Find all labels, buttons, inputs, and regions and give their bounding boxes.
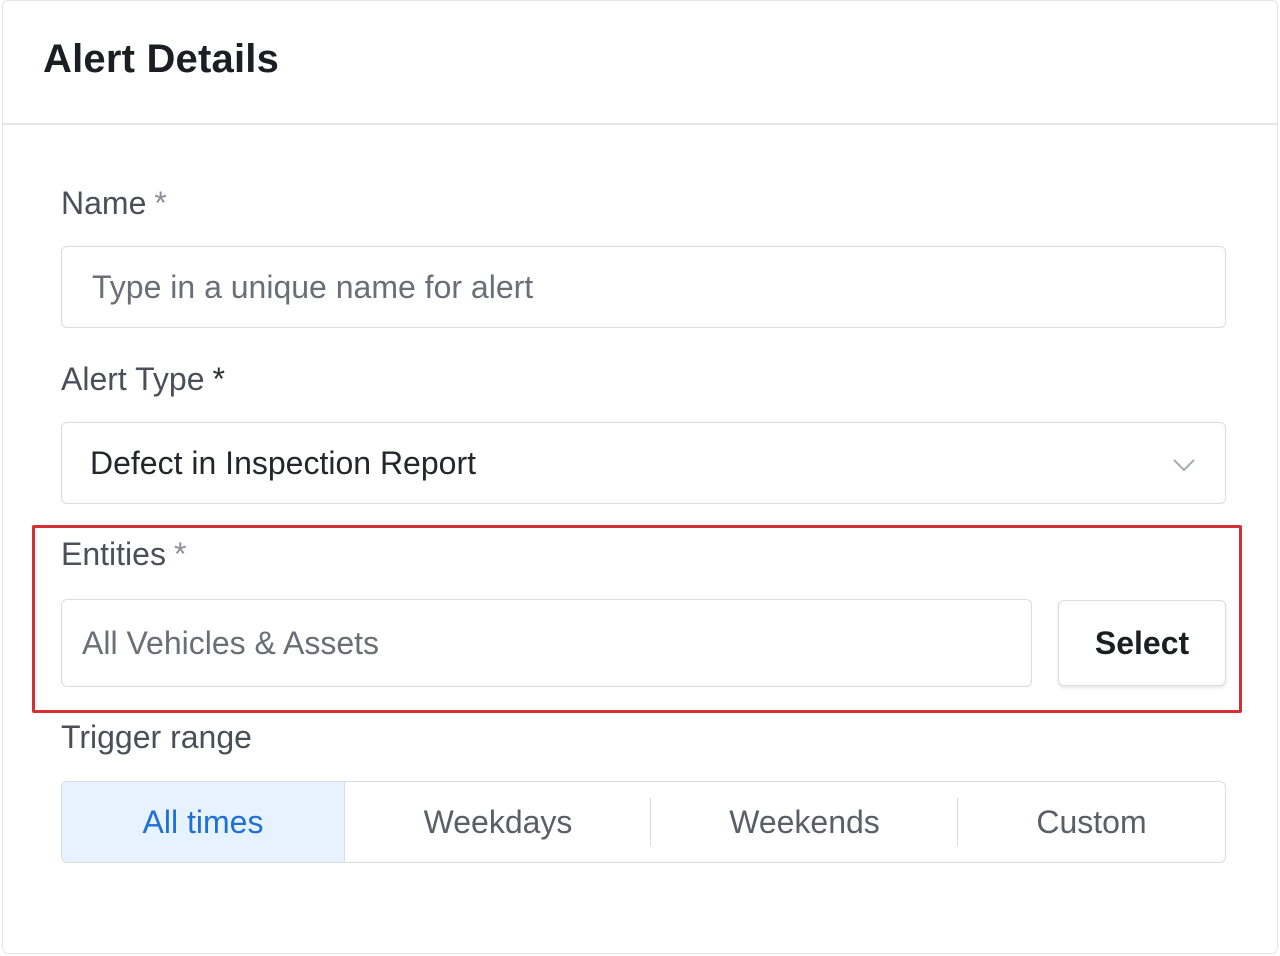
alert-type-select[interactable]: Defect in Inspection Report (61, 422, 1226, 504)
trigger-range-option-custom[interactable]: Custom (958, 782, 1225, 862)
select-entities-button[interactable]: Select (1058, 600, 1226, 686)
name-label-group: Name * (61, 185, 167, 222)
trigger-range-option-weekdays[interactable]: Weekdays (345, 782, 651, 862)
name-input-placeholder: Type in a unique name for alert (92, 268, 534, 305)
alert-type-label-group: Alert Type * (61, 361, 225, 398)
alert-type-required-mark: * (212, 361, 225, 397)
entities-label: Entities (61, 536, 166, 572)
chevron-down-icon (1173, 459, 1195, 472)
option-label: Weekends (729, 803, 880, 840)
entities-value: All Vehicles & Assets (82, 624, 380, 661)
alert-type-value: Defect in Inspection Report (90, 444, 476, 481)
name-required-mark: * (154, 185, 167, 221)
trigger-range-segmented-control: All times Weekdays Weekends Custom (61, 781, 1226, 863)
trigger-range-label: Trigger range (61, 719, 252, 755)
alert-type-label: Alert Type (61, 361, 205, 397)
entities-label-group: Entities * (61, 536, 186, 573)
name-label: Name (61, 185, 147, 221)
option-label: Weekdays (423, 803, 573, 840)
entities-required-mark: * (173, 536, 187, 572)
page-title: Alert Details (43, 37, 280, 81)
name-input[interactable]: Type in a unique name for alert (61, 246, 1226, 328)
trigger-range-option-all-times[interactable]: All times (62, 782, 345, 862)
entities-input[interactable]: All Vehicles & Assets (61, 599, 1032, 687)
option-label: All times (142, 803, 264, 840)
option-label: Custom (1036, 803, 1147, 840)
card-header: Alert Details (3, 1, 1277, 125)
alert-details-card: Alert Details Name * Type in a unique nam… (2, 0, 1278, 954)
trigger-range-option-weekends[interactable]: Weekends (651, 782, 958, 862)
